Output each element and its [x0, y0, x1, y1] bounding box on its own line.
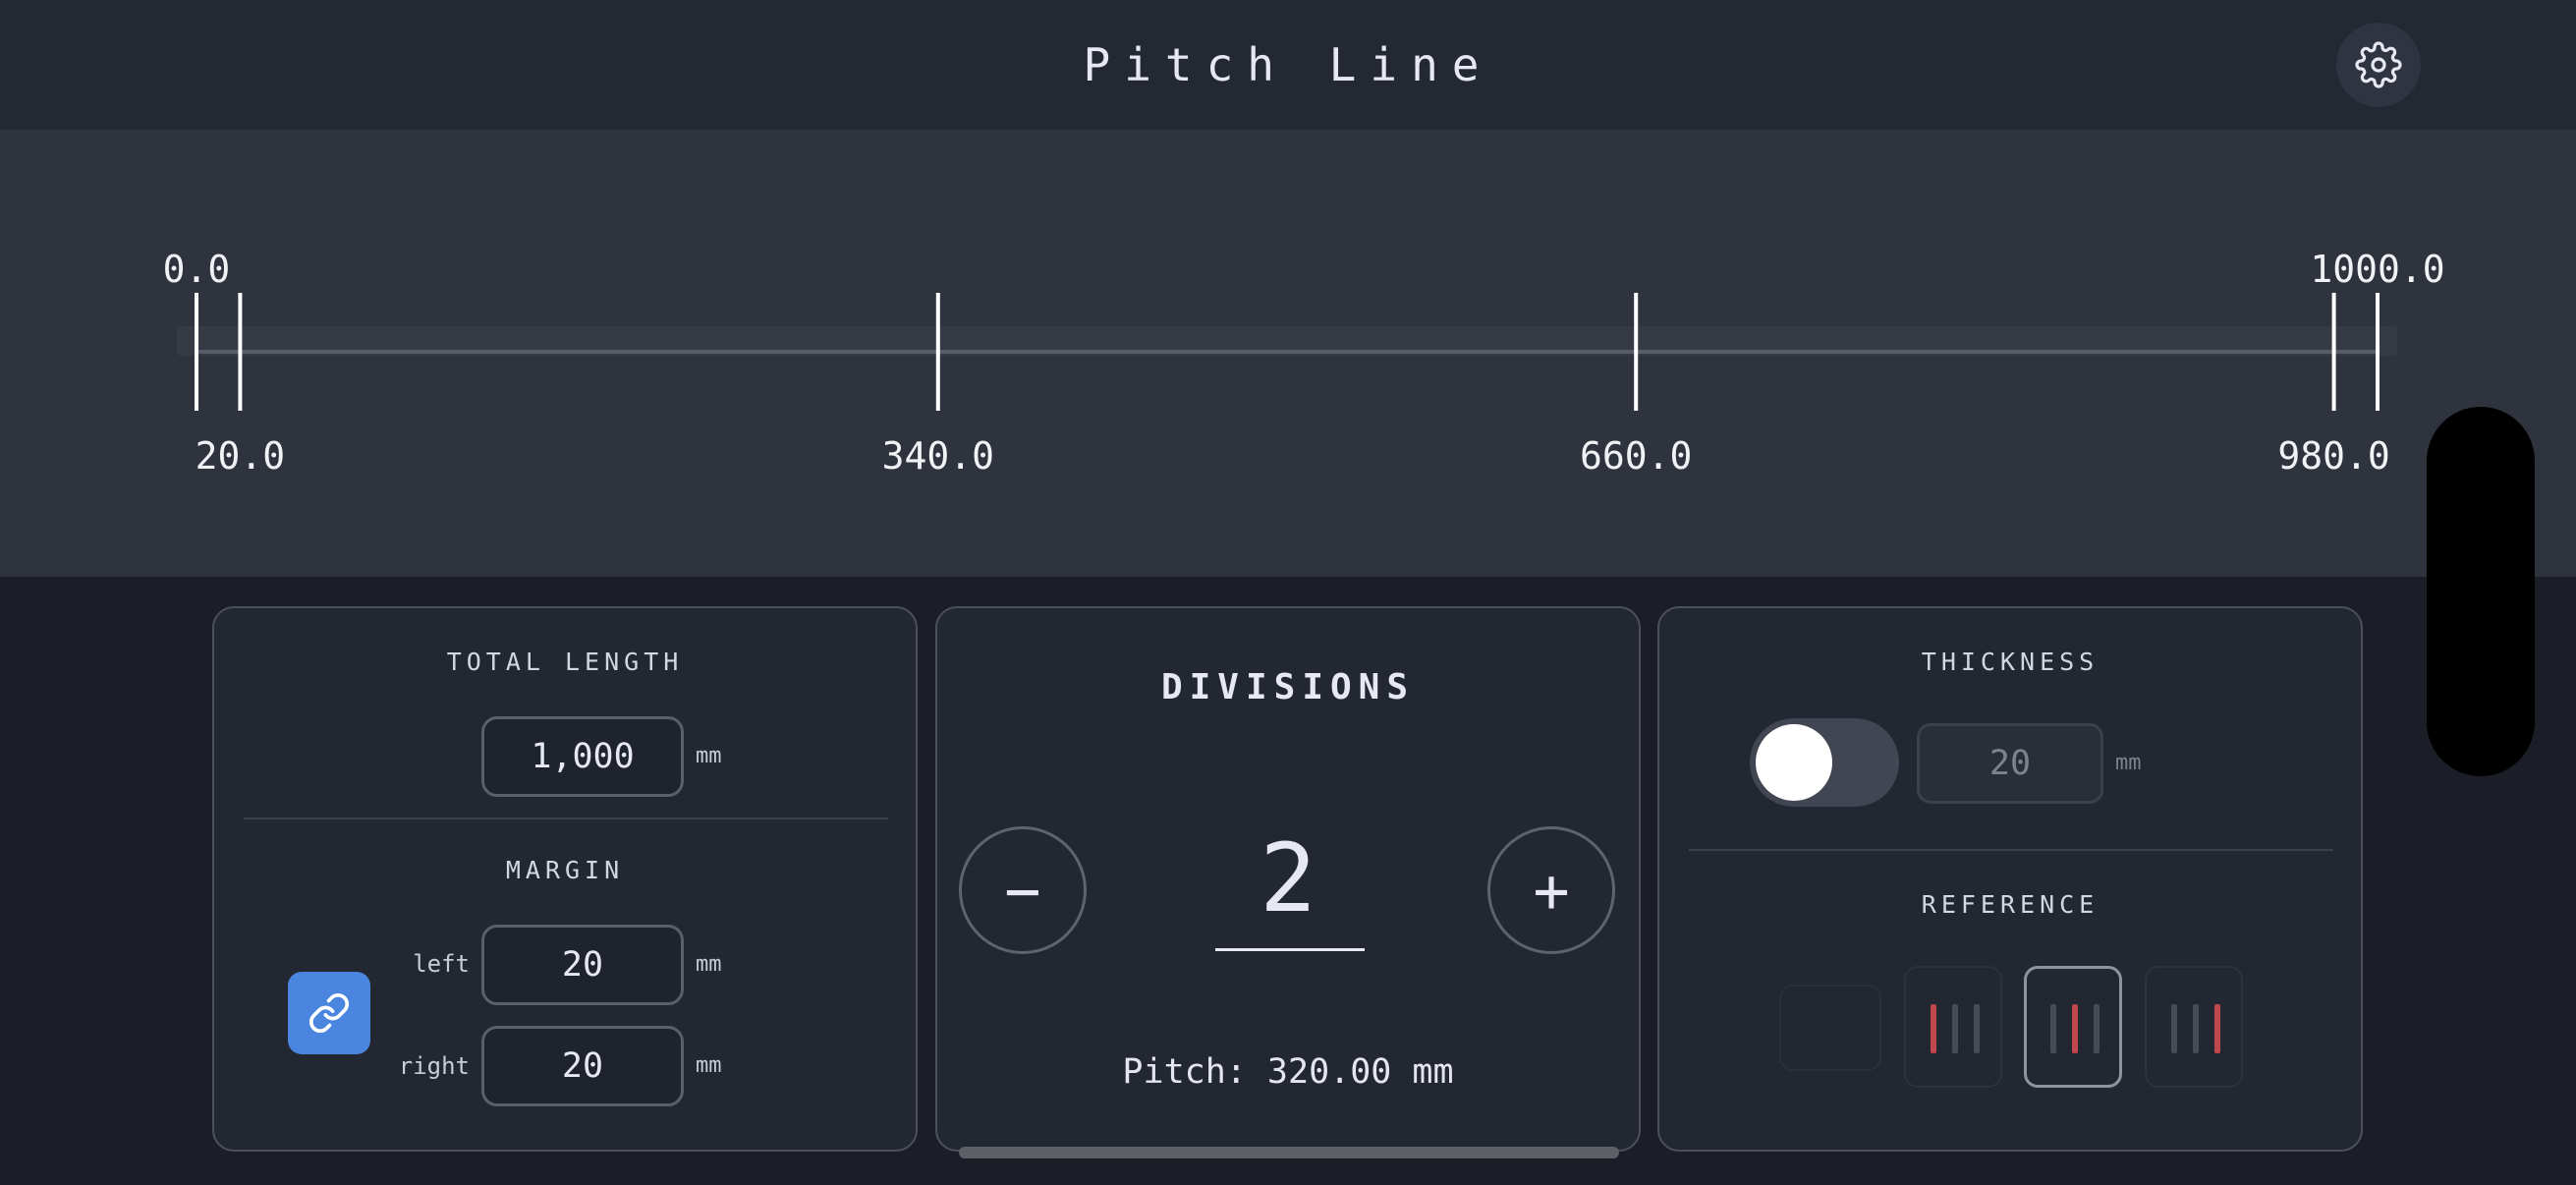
increment-button[interactable]: +: [1487, 826, 1615, 954]
reference-option-none[interactable]: [1779, 985, 1881, 1071]
divisions-card: DIVISIONS − 2 + Pitch: 320.00 mm: [935, 606, 1641, 1158]
total-length-unit: mm: [696, 744, 722, 768]
reference-center-icon: [2050, 1004, 2100, 1053]
thickness-title: THICKNESS: [1921, 648, 2100, 676]
settings-button[interactable]: [2336, 23, 2421, 107]
toggle-knob: [1756, 724, 1832, 801]
ruler-mark: [935, 293, 940, 411]
decrement-button[interactable]: −: [959, 826, 1087, 954]
thickness-unit: mm: [2115, 751, 2142, 775]
reference-right-icon: [2171, 1004, 2220, 1053]
margin-right-unit: mm: [696, 1053, 722, 1078]
margin-left-label: left: [413, 950, 470, 978]
ruler-mark-label: 660.0: [1580, 434, 1692, 478]
length-card: TOTAL LENGTH 1,000 mm MARGIN left 20 mm …: [212, 606, 918, 1152]
divider: [1689, 849, 2333, 851]
reference-left-icon: [1931, 1004, 1980, 1053]
ruler-mark-label: 980.0: [2277, 434, 2389, 478]
divider: [244, 818, 888, 819]
ruler-end-line: [2376, 293, 2380, 411]
card-scrollbar[interactable]: [959, 1147, 1619, 1158]
reference-title: REFERENCE: [1921, 890, 2100, 919]
margin-left-field[interactable]: 20: [481, 925, 684, 1005]
thickness-toggle[interactable]: [1750, 718, 1899, 807]
reference-option-left[interactable]: [1904, 966, 2002, 1088]
ruler-end-label: 1000.0: [2310, 248, 2444, 291]
reference-option-center[interactable]: [2024, 966, 2122, 1088]
reference-option-right[interactable]: [2145, 966, 2243, 1088]
ruler-mark: [1634, 293, 1639, 411]
margin-right-field[interactable]: 20: [481, 1026, 684, 1106]
link-margins-button[interactable]: [288, 972, 370, 1054]
divisions-underline: [1215, 948, 1365, 951]
ruler-start-label: 0.0: [163, 248, 231, 291]
divisions-value[interactable]: 2: [1214, 819, 1362, 937]
link-icon: [308, 992, 350, 1034]
divisions-title: DIVISIONS: [1160, 667, 1416, 707]
total-length-title: TOTAL LENGTH: [446, 648, 684, 676]
thickness-card: THICKNESS 20 mm REFERENCE: [1657, 606, 2363, 1152]
total-length-field[interactable]: 1,000: [481, 716, 684, 797]
pitch-readout: Pitch: 320.00 mm: [1122, 1052, 1454, 1092]
ruler-baseline: [196, 350, 2378, 354]
margin-title: MARGIN: [505, 856, 625, 884]
plus-icon: +: [1533, 854, 1570, 927]
ruler-area: 0.0 1000.0 20.0 340.0 660.0 980.0: [0, 130, 2576, 577]
margin-right-label: right: [398, 1052, 470, 1080]
ruler-mark: [238, 293, 243, 411]
minus-icon: −: [1004, 854, 1041, 927]
thickness-field[interactable]: 20: [1917, 723, 2103, 804]
app-header: Pitch Line: [0, 0, 2576, 130]
ruler-mark-label: 340.0: [882, 434, 994, 478]
ruler-start-line: [195, 293, 198, 411]
margin-left-unit: mm: [696, 952, 722, 977]
ruler: 0.0 1000.0 20.0 340.0 660.0 980.0: [163, 248, 2445, 478]
app-title: Pitch Line: [1083, 38, 1493, 91]
ruler-mark-label: 20.0: [196, 434, 286, 478]
ruler-mark: [2331, 293, 2336, 411]
scrollbar-thumb[interactable]: [2427, 407, 2535, 776]
gear-icon: [2355, 41, 2402, 88]
